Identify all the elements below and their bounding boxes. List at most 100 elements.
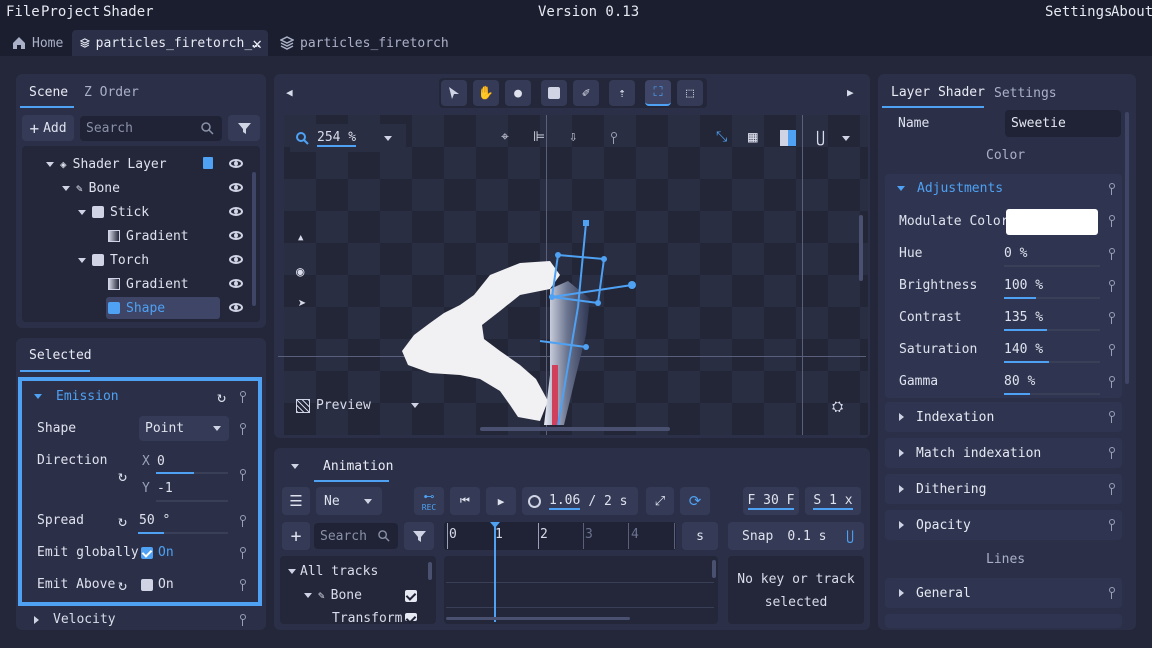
close-icon[interactable]: ✕ (252, 34, 262, 53)
visibility-icon[interactable] (229, 303, 243, 312)
collapse-icon[interactable] (291, 464, 299, 469)
visibility-icon[interactable] (229, 255, 243, 264)
key-icon[interactable] (238, 614, 246, 626)
mode-dropdown[interactable]: Ne (316, 487, 382, 515)
chevron-down-icon[interactable] (842, 136, 850, 141)
velocity-section[interactable]: Velocity (34, 612, 116, 627)
tab-particles-active[interactable]: particles_firetorch_… ✕ (72, 30, 268, 56)
time-field[interactable]: 1.06 / 2 s (522, 487, 638, 515)
pin-tool-button[interactable]: ⇡ (609, 80, 635, 106)
menu-about[interactable]: About (1111, 4, 1152, 20)
visibility-icon[interactable] (229, 207, 243, 216)
reset-icon[interactable]: ↻ (118, 512, 127, 530)
tree-item-stick[interactable]: Stick (78, 201, 149, 223)
grid-icon[interactable]: ▦ (748, 127, 758, 146)
chevron-left-icon[interactable]: ◀ (286, 86, 293, 99)
dithering-section[interactable]: Dithering (885, 474, 1122, 504)
general-section[interactable]: General (885, 578, 1122, 608)
transform-tool-button[interactable]: ⛶ (645, 80, 671, 106)
key-icon[interactable] (1107, 215, 1115, 227)
track-bone-checkbox[interactable] (405, 590, 417, 602)
visibility-icon[interactable] (229, 159, 243, 168)
axes-icon[interactable]: ⤡ (716, 129, 727, 145)
tab-zorder[interactable]: Z Order (84, 85, 139, 100)
sort-icon[interactable]: ⇩ (569, 129, 577, 145)
menu-shader[interactable]: Shader (103, 4, 154, 20)
name-input[interactable]: Sweetie (1005, 110, 1121, 137)
skip-start-button[interactable]: ⏮ (450, 487, 480, 515)
tree-item-gradient-1[interactable]: Gradient (108, 225, 189, 247)
horizontal-scrollbar[interactable] (480, 427, 670, 431)
key-icon[interactable] (238, 579, 246, 591)
direction-x-input[interactable]: 0 (157, 454, 165, 469)
param-value-input[interactable]: 135 % (1004, 310, 1043, 325)
match-indexation-section[interactable]: Match indexation (885, 438, 1122, 468)
timeline-ruler[interactable] (444, 522, 676, 550)
shape-dropdown[interactable]: Point (139, 416, 229, 441)
shader-scrollbar[interactable] (1125, 112, 1129, 384)
add-button[interactable]: + Add (22, 115, 74, 141)
menu-project[interactable]: Project (41, 4, 100, 20)
modulate-color-swatch[interactable] (1006, 209, 1098, 235)
key-icon[interactable] (609, 132, 617, 144)
pan-tool-button[interactable]: ✋ (473, 80, 499, 106)
key-icon[interactable] (238, 423, 246, 435)
checker-icon[interactable] (780, 130, 796, 146)
key-icon[interactable] (1107, 248, 1115, 260)
tab-particles[interactable]: particles_firetorch (272, 30, 457, 56)
add-track-button[interactable]: + (282, 522, 310, 550)
shader-icon[interactable]: ⛭ (832, 399, 843, 415)
record-button[interactable]: ⊷ REC (414, 487, 444, 515)
key-icon[interactable] (1107, 519, 1115, 531)
tab-scene[interactable]: Scene (29, 85, 68, 100)
key-icon[interactable] (1107, 483, 1115, 495)
timeline-area[interactable] (444, 556, 718, 624)
menu-settings[interactable]: Settings (1045, 4, 1112, 20)
select-tool-button[interactable] (441, 80, 467, 106)
param-slider[interactable] (1004, 265, 1100, 267)
emission-header[interactable]: Emission (34, 389, 119, 404)
speed-field[interactable]: S 1 x (805, 487, 861, 515)
track-filter-button[interactable] (404, 522, 434, 550)
key-icon[interactable] (1107, 312, 1115, 324)
bounds-tool-button[interactable]: ⬚ (677, 80, 703, 106)
opacity-section[interactable]: Opacity (885, 510, 1122, 540)
param-value-input[interactable]: 100 % (1004, 278, 1043, 293)
bone-tool-button[interactable]: ● (505, 80, 531, 106)
reset-icon[interactable]: ↻ (118, 467, 127, 485)
emit-globally-checkbox[interactable] (141, 547, 153, 559)
key-icon[interactable] (238, 391, 246, 403)
track-bone-row[interactable]: ✎ Bone (304, 588, 362, 603)
key-icon[interactable] (238, 515, 246, 527)
preview-toggle[interactable]: Preview (296, 398, 419, 413)
cursor-icon[interactable]: ➤ (298, 296, 306, 312)
visibility-icon[interactable] (229, 231, 243, 240)
arrow-up-icon[interactable]: ▲ (298, 233, 303, 243)
chevron-right-icon[interactable]: ▶ (847, 86, 854, 99)
play-button[interactable]: ▶ (486, 487, 516, 515)
menu-button[interactable]: ☰ (282, 487, 310, 515)
key-icon[interactable] (1107, 411, 1115, 423)
indexation-section[interactable]: Indexation (885, 402, 1122, 432)
key-icon[interactable] (1107, 280, 1115, 292)
tab-animation[interactable]: Animation (323, 459, 393, 474)
reset-icon[interactable]: ↻ (118, 576, 127, 594)
menu-file[interactable]: File (6, 4, 40, 20)
playhead[interactable] (494, 524, 496, 622)
key-icon[interactable] (1107, 587, 1115, 599)
next-section-partial[interactable] (885, 614, 1122, 628)
brush-tool-button[interactable]: ✐ (573, 80, 599, 106)
spread-input[interactable]: 50 ° (139, 513, 170, 528)
shape-tool-button[interactable] (541, 80, 567, 106)
emit-above-checkbox[interactable] (141, 579, 153, 591)
tree-item-bone[interactable]: ✎ Bone (62, 177, 120, 199)
snap-field[interactable]: Snap 0.1 s ⋃ (728, 522, 864, 550)
scene-search-input[interactable]: Search (80, 116, 222, 141)
scene-scrollbar[interactable] (252, 172, 256, 306)
track-transform-checkbox[interactable] (405, 613, 417, 621)
visibility-icon[interactable] (229, 279, 243, 288)
key-icon[interactable] (1107, 344, 1115, 356)
filter-button[interactable] (228, 115, 260, 141)
track-transform-row[interactable]: Transform (332, 611, 402, 623)
key-icon[interactable] (238, 547, 246, 559)
